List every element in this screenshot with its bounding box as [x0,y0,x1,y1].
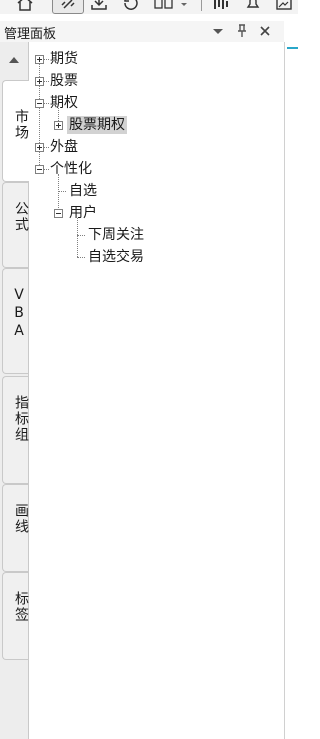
expand-icon[interactable] [54,121,63,130]
tab-drawing[interactable]: 画线 [2,484,29,572]
bell-icon[interactable] [242,0,264,12]
accent-line [287,47,298,49]
tree-item-stock-options[interactable]: 股票期权 [67,116,127,134]
tree-item-watchlist-trading[interactable]: 自选交易 [88,248,144,266]
download-icon[interactable] [88,0,110,12]
tab-indicator-group-label: 指标组 [13,395,29,443]
link-icon[interactable] [52,0,84,14]
panel-title: 管理面板 [4,27,57,42]
tree-connector [58,174,59,214]
top-toolbar [0,0,298,14]
tree-item-foreign-markets[interactable]: 外盘 [50,138,78,156]
layout-icon[interactable] [152,0,176,12]
collapse-icon[interactable] [35,99,44,108]
home-icon[interactable] [14,0,36,12]
tab-drawing-label: 画线 [13,503,29,535]
tab-label[interactable]: 标签 [2,572,29,660]
chart-icon[interactable] [210,0,232,12]
expand-icon[interactable] [35,143,44,152]
tree-connector [39,59,40,169]
close-icon[interactable] [257,23,273,39]
tree-item-options[interactable]: 期权 [50,94,78,112]
tree-item-stocks[interactable]: 股票 [50,72,78,90]
tree-connector [77,235,85,236]
tree-connector [77,218,78,257]
tree-item-user[interactable]: 用户 [69,204,97,222]
tree-item-personalized[interactable]: 个性化 [50,160,92,178]
collapse-icon[interactable] [54,209,63,218]
tab-formula[interactable]: 公式 [2,182,29,268]
picture-icon[interactable] [274,0,294,12]
tab-formula-label: 公式 [13,201,29,233]
tab-indicator-group[interactable]: 指标组 [2,376,29,484]
expand-icon[interactable] [35,55,44,64]
tab-vba-label: VBA [11,287,27,341]
scroll-up-icon[interactable] [6,54,22,66]
tree-item-watchlist[interactable]: 自选 [69,182,97,200]
tree-connector [77,257,85,258]
toolbar-separator [201,0,202,11]
expand-icon[interactable] [35,77,44,86]
market-tree: 期货 股票 期权 股票期权 外盘 个性化 自选 用户 下周关注 自选交易 [29,42,285,739]
tab-market-label: 市场 [13,109,29,141]
chevron-down-icon[interactable] [210,23,226,39]
tab-label-label: 标签 [13,591,29,623]
tree-item-futures[interactable]: 期货 [50,50,78,68]
tree-connector [58,191,66,192]
panel-header: 管理面板 [0,21,284,42]
side-tab-strip: 市场 公式 VBA 指标组 画线 标签 [0,42,30,739]
tab-vba[interactable]: VBA [2,268,28,374]
chevron-down-icon[interactable] [178,0,190,12]
tab-market[interactable]: 市场 [2,80,30,182]
tree-item-next-week-focus[interactable]: 下周关注 [88,226,144,244]
pin-icon[interactable] [234,23,250,39]
refresh-icon[interactable] [120,0,142,12]
collapse-icon[interactable] [35,165,44,174]
